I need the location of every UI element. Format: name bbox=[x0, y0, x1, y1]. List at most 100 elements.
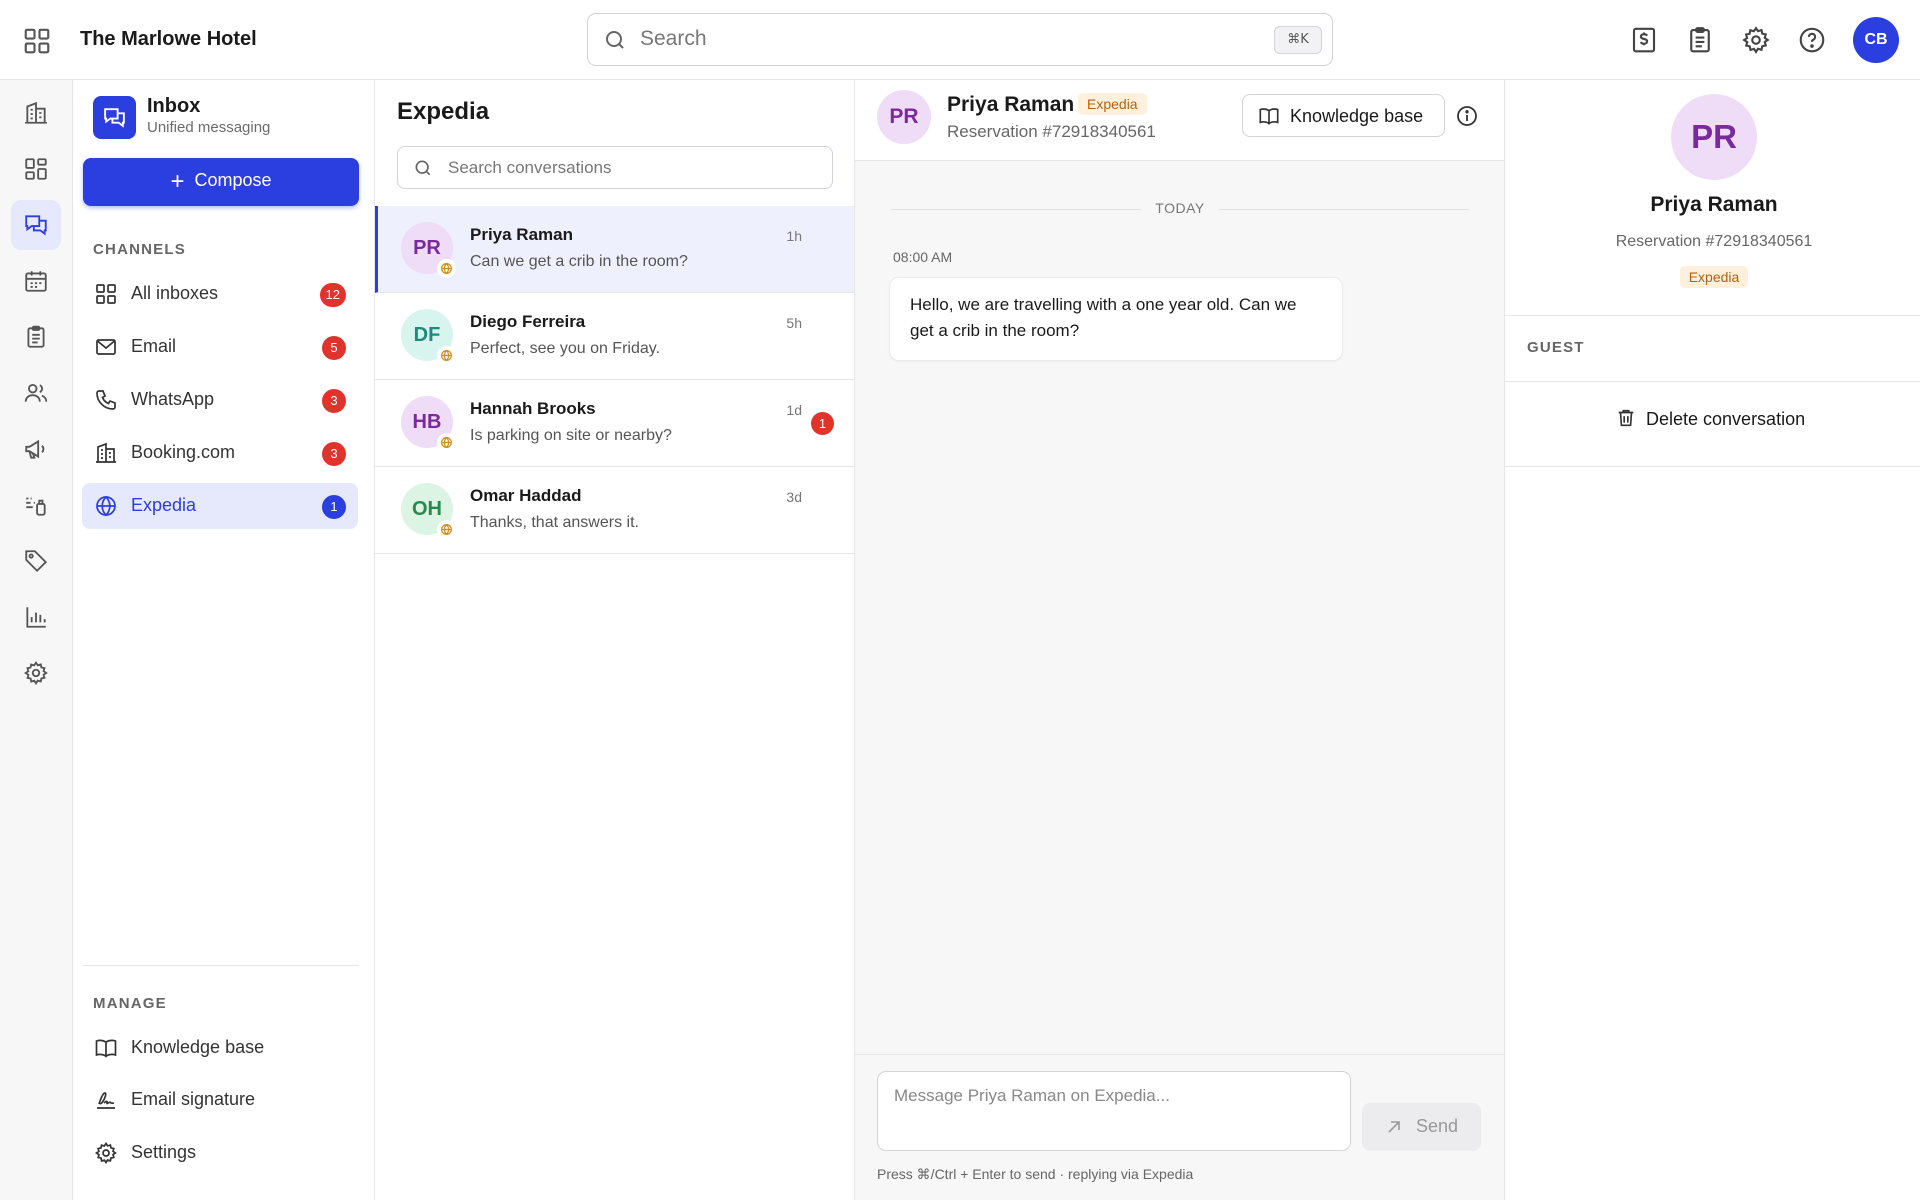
rail-messages-icon[interactable] bbox=[11, 200, 61, 250]
send-arrow-icon bbox=[1386, 1119, 1402, 1135]
clipboard-icon[interactable] bbox=[1685, 25, 1715, 55]
channel-label: Email bbox=[131, 336, 177, 356]
rail-clipboard-icon[interactable] bbox=[11, 312, 61, 362]
composer-hint: Press ⌘/Ctrl + Enter to send · replying … bbox=[877, 1166, 1194, 1182]
day-divider: TODAY bbox=[891, 200, 1469, 220]
conversation-item[interactable]: HB Hannah Brooks Is parking on site or nea… bbox=[375, 380, 854, 467]
conversation-time: 3d bbox=[786, 489, 802, 505]
channels-heading: CHANNELS bbox=[93, 241, 186, 258]
conversation-item[interactable]: OH Omar Haddad Thanks, that answers it. 3d bbox=[375, 467, 854, 554]
rail-building-icon[interactable] bbox=[11, 88, 61, 138]
conversation-list: Expedia PRPriya RamanCan we get a crib i… bbox=[375, 80, 855, 1200]
channel-label: All inboxes bbox=[131, 283, 219, 303]
conversation-snippet: Can we get a crib in the room? bbox=[470, 253, 688, 270]
signature-icon bbox=[94, 1088, 118, 1112]
phone-icon bbox=[94, 388, 118, 412]
channel-email[interactable]: Email 5 bbox=[82, 324, 358, 370]
conversation-name: Diego Ferreira bbox=[470, 312, 586, 331]
unread-badge: 5 bbox=[322, 336, 346, 360]
user-avatar[interactable]: CB bbox=[1853, 17, 1899, 63]
message-time: 08:00 AM bbox=[893, 249, 953, 265]
channel-booking[interactable]: Booking.com 3 bbox=[82, 430, 358, 476]
guest-divider bbox=[1505, 315, 1920, 316]
inbox-logo-icon bbox=[93, 96, 136, 139]
mail-icon bbox=[94, 335, 118, 359]
expedia-globe-icon bbox=[437, 346, 456, 365]
global-search[interactable]: ⌘K bbox=[587, 13, 1333, 66]
building-icon bbox=[94, 441, 118, 465]
channel-expedia[interactable]: Expedia 1 bbox=[82, 483, 358, 529]
rail-megaphone-icon[interactable] bbox=[11, 424, 61, 474]
search-shortcut-badge: ⌘K bbox=[1274, 26, 1322, 54]
icon-rail bbox=[0, 80, 73, 1200]
inbox-title: Inbox bbox=[147, 95, 201, 117]
manage-label: Settings bbox=[131, 1142, 197, 1162]
guest-divider bbox=[1505, 381, 1920, 382]
global-search-input[interactable] bbox=[640, 24, 1240, 54]
inbox-subtitle: Unified messaging bbox=[147, 119, 271, 136]
expedia-globe-icon bbox=[437, 433, 456, 452]
expedia-globe-icon bbox=[437, 259, 456, 278]
rail-guests-icon[interactable] bbox=[11, 368, 61, 418]
channel-all-inboxes[interactable]: All inboxes 12 bbox=[82, 271, 358, 317]
search-icon bbox=[603, 28, 627, 52]
conversation-time: 5h bbox=[786, 315, 802, 331]
chat-header: PR Priya Raman Expedia Reservation #7291… bbox=[855, 80, 1504, 161]
guest-name: Priya Raman bbox=[1650, 193, 1778, 216]
help-icon[interactable] bbox=[1797, 25, 1827, 55]
compose-button[interactable]: + Compose bbox=[83, 158, 359, 206]
plus-icon: + bbox=[170, 168, 185, 195]
rail-automation-icon[interactable] bbox=[11, 480, 61, 530]
conversation-unread-badge: 1 bbox=[811, 412, 834, 435]
manage-heading: MANAGE bbox=[93, 995, 167, 1012]
guest-channel-tag: Expedia bbox=[1679, 266, 1749, 288]
search-icon bbox=[413, 158, 433, 178]
conversation-search[interactable] bbox=[397, 146, 833, 189]
conversation-snippet: Thanks, that answers it. bbox=[470, 514, 639, 531]
rail-calendar-icon[interactable] bbox=[11, 256, 61, 306]
conversation-name: Omar Haddad bbox=[470, 486, 582, 505]
reservation-number: Reservation #72918340561 bbox=[947, 122, 1156, 141]
rail-settings-icon[interactable] bbox=[11, 648, 61, 698]
day-label: TODAY bbox=[1141, 200, 1219, 216]
manage-settings[interactable]: Settings bbox=[82, 1130, 358, 1176]
channel-label: WhatsApp bbox=[131, 389, 215, 409]
channel-tag: Expedia bbox=[1078, 93, 1147, 115]
manage-knowledge-base[interactable]: Knowledge base bbox=[82, 1025, 358, 1071]
send-button[interactable]: Send bbox=[1362, 1103, 1481, 1151]
conversation-item[interactable]: PR Priya Raman Can we get a crib in the ro… bbox=[375, 206, 854, 293]
conversation-name: Hannah Brooks bbox=[470, 399, 596, 418]
sidebar-divider bbox=[83, 965, 359, 966]
send-label: Send bbox=[1416, 1116, 1459, 1136]
info-icon[interactable] bbox=[1455, 104, 1479, 128]
manage-label: Email signature bbox=[131, 1089, 256, 1109]
conversation-name: Priya Raman bbox=[470, 225, 573, 244]
manage-email-signature[interactable]: Email signature bbox=[82, 1077, 358, 1123]
conversation-item[interactable]: DF Diego Ferreira Perfect, see you on Frid… bbox=[375, 293, 854, 380]
channel-whatsapp[interactable]: WhatsApp 3 bbox=[82, 377, 358, 423]
channel-label: Booking.com bbox=[131, 442, 236, 462]
settings-icon[interactable] bbox=[1741, 25, 1771, 55]
globe-icon bbox=[94, 494, 118, 518]
rail-analytics-icon[interactable] bbox=[11, 592, 61, 642]
rail-dashboard-icon[interactable] bbox=[11, 144, 61, 194]
knowledge-base-button[interactable]: Knowledge base bbox=[1242, 94, 1445, 137]
hotel-name: The Marlowe Hotel bbox=[80, 28, 257, 50]
rail-tag-icon[interactable] bbox=[11, 536, 61, 586]
guest-avatar: PR bbox=[1671, 94, 1757, 180]
grid-icon bbox=[94, 282, 118, 306]
delete-conversation-button[interactable]: Delete conversation bbox=[1505, 393, 1920, 445]
expedia-globe-icon bbox=[437, 520, 456, 539]
apps-grid-icon[interactable] bbox=[22, 26, 52, 56]
message-input[interactable] bbox=[877, 1071, 1351, 1151]
unread-badge: 12 bbox=[319, 283, 346, 307]
conversation-search-input[interactable] bbox=[448, 156, 818, 180]
manage-label: Knowledge base bbox=[131, 1037, 265, 1057]
guest-divider bbox=[1505, 466, 1920, 467]
billing-icon[interactable] bbox=[1629, 25, 1659, 55]
conversation-snippet: Perfect, see you on Friday. bbox=[470, 340, 661, 357]
gear-icon bbox=[94, 1141, 118, 1165]
message-bubble: Hello, we are travelling with a one year… bbox=[889, 277, 1343, 361]
unread-badge: 1 bbox=[322, 495, 346, 519]
guest-section-heading: GUEST bbox=[1527, 339, 1585, 356]
